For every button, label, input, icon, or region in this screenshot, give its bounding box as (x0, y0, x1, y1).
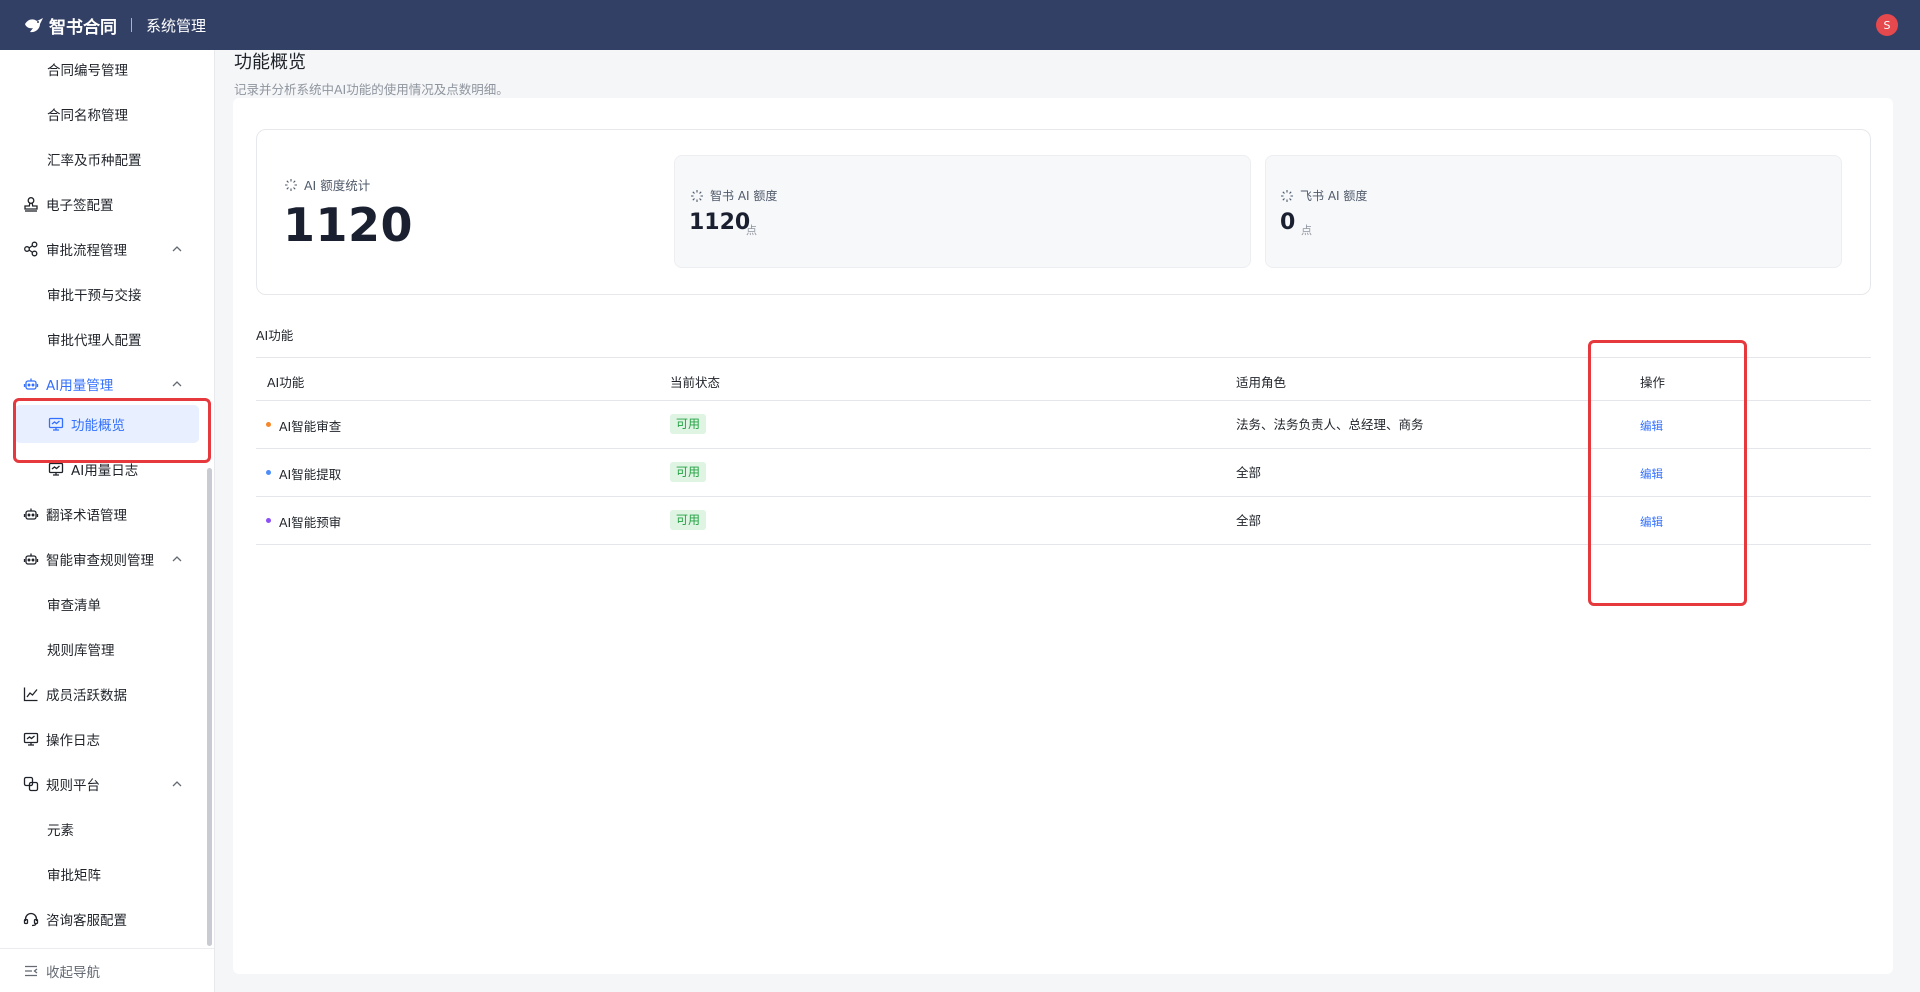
collapse-nav-label: 收起导航 (46, 964, 100, 981)
sidebar-item-rule-library[interactable]: 规则库管理 (0, 630, 214, 668)
feature-name: AI智能审查 (279, 419, 342, 434)
sidebar-item-label: AI用量管理 (46, 378, 114, 394)
zhishu-quota-label: 智书 AI 额度 (690, 187, 777, 204)
sidebar-item-label: 规则平台 (46, 778, 100, 794)
sidebar-item-label: 操作日志 (46, 733, 100, 749)
sidebar-item-label: 审批矩阵 (47, 868, 101, 884)
total-quota-value: 1120 (283, 198, 414, 252)
sidebar-item-label: 元素 (47, 823, 74, 839)
sidebar-item-review-list[interactable]: 审查清单 (0, 585, 214, 623)
status-dot (266, 518, 271, 523)
feature-name: AI智能预审 (279, 515, 342, 530)
header-divider (131, 18, 132, 32)
flow-icon (22, 240, 40, 258)
robot-icon (22, 375, 40, 393)
module-title: 系统管理 (146, 16, 207, 35)
status-dot (266, 422, 271, 427)
total-quota-label: AI 额度统计 (284, 175, 370, 194)
status-dot (266, 470, 271, 475)
roles-text: 法务、法务负责人、总经理、商务 (1236, 417, 1424, 432)
sparkle-icon (1280, 189, 1294, 203)
sidebar-item-label: 合同名称管理 (47, 108, 128, 124)
sidebar: 合同编号管理 合同名称管理 汇率及币种配置 电子签配置 审批流程管理 审批干预与… (0, 50, 215, 992)
sidebar-item-contract-number[interactable]: 合同编号管理 (0, 50, 214, 88)
collapse-nav-button[interactable]: 收起导航 (0, 948, 214, 992)
sidebar-item-smart-review-rules[interactable]: 智能审查规则管理 (0, 540, 214, 578)
sparkle-icon (690, 189, 704, 203)
feishu-quota-value: 0 (1280, 210, 1296, 235)
line-chart-icon (22, 685, 40, 703)
highlight-box (1588, 340, 1747, 606)
sidebar-item-approval-agent[interactable]: 审批代理人配置 (0, 320, 214, 358)
sidebar-nav: 合同编号管理 合同名称管理 汇率及币种配置 电子签配置 审批流程管理 审批干预与… (0, 50, 214, 948)
sidebar-item-label: 审批代理人配置 (47, 333, 142, 349)
highlight-box (13, 398, 211, 463)
sidebar-item-member-activity[interactable]: 成员活跃数据 (0, 675, 214, 713)
brand-name[interactable]: 智书合同 (49, 13, 117, 38)
column-header: AI功能 (267, 375, 305, 390)
zhishu-quota-text: 智书 AI 额度 (710, 189, 778, 203)
status-tag: 可用 (670, 510, 707, 530)
sidebar-item-label: 汇率及币种配置 (47, 153, 142, 169)
sidebar-item-operation-log[interactable]: 操作日志 (0, 720, 214, 758)
page-description: 记录并分析系统中AI功能的使用情况及点数明细。 (234, 82, 509, 97)
collapse-menu-icon (22, 962, 40, 980)
sidebar-item-approval-intervene[interactable]: 审批干预与交接 (0, 275, 214, 313)
sidebar-item-label: 规则库管理 (47, 643, 115, 659)
page-title: 功能概览 (234, 52, 306, 73)
sidebar-item-label: 成员活跃数据 (46, 688, 127, 704)
stamp-icon (22, 195, 40, 213)
sidebar-item-label: 智能审查规则管理 (46, 553, 154, 569)
chevron-up-icon[interactable] (170, 242, 184, 256)
sidebar-item-label: 咨询客服配置 (46, 913, 127, 929)
feishu-quota-label: 飞书 AI 额度 (1280, 187, 1367, 204)
feishu-quota-card (1265, 155, 1842, 268)
zhishu-quota-unit: 点 (746, 224, 757, 237)
feishu-quota-text: 飞书 AI 额度 (1300, 189, 1368, 203)
feature-name: AI智能提取 (279, 467, 342, 482)
sidebar-item-approval-matrix[interactable]: 审批矩阵 (0, 855, 214, 893)
sidebar-item-translation-terms[interactable]: 翻译术语管理 (0, 495, 214, 533)
sidebar-item-exchange-rate[interactable]: 汇率及币种配置 (0, 140, 214, 178)
sidebar-item-elements[interactable]: 元素 (0, 810, 214, 848)
roles-text: 全部 (1236, 513, 1262, 528)
squares-icon (22, 775, 40, 793)
chevron-up-icon[interactable] (170, 777, 184, 791)
sidebar-item-esign[interactable]: 电子签配置 (0, 185, 214, 223)
top-header: 智书合同 系统管理 S (0, 0, 1920, 50)
bird-logo-icon (22, 13, 46, 37)
zhishu-quota-value: 1120 (689, 210, 751, 235)
status-tag: 可用 (670, 414, 707, 434)
sidebar-scrollbar[interactable] (207, 468, 212, 946)
sidebar-item-support-config[interactable]: 咨询客服配置 (0, 900, 214, 938)
sparkle-icon (284, 178, 298, 192)
chevron-up-icon[interactable] (170, 552, 184, 566)
sidebar-item-contract-name[interactable]: 合同名称管理 (0, 95, 214, 133)
feishu-quota-unit: 点 (1301, 224, 1312, 237)
headset-icon (22, 910, 40, 928)
sidebar-item-rule-platform[interactable]: 规则平台 (0, 765, 214, 803)
status-tag: 可用 (670, 462, 707, 482)
robot-icon (22, 550, 40, 568)
sidebar-item-label: 审查清单 (47, 598, 101, 614)
user-avatar[interactable]: S (1876, 14, 1898, 36)
column-header: 适用角色 (1236, 375, 1287, 390)
sidebar-item-label: 审批干预与交接 (47, 288, 142, 304)
monitor-icon (22, 730, 40, 748)
sidebar-item-label: 审批流程管理 (46, 243, 127, 259)
column-header: 当前状态 (670, 375, 721, 390)
sidebar-item-label: 电子签配置 (46, 198, 114, 214)
chevron-up-icon[interactable] (170, 377, 184, 391)
robot-icon (22, 505, 40, 523)
zhishu-quota-card (674, 155, 1251, 268)
total-quota-text: AI 额度统计 (304, 178, 371, 193)
sidebar-item-label: 合同编号管理 (47, 63, 128, 79)
roles-text: 全部 (1236, 465, 1262, 480)
sidebar-item-label: 翻译术语管理 (46, 508, 127, 524)
ai-section-title: AI功能 (256, 328, 294, 343)
sidebar-item-approval-flow[interactable]: 审批流程管理 (0, 230, 214, 268)
